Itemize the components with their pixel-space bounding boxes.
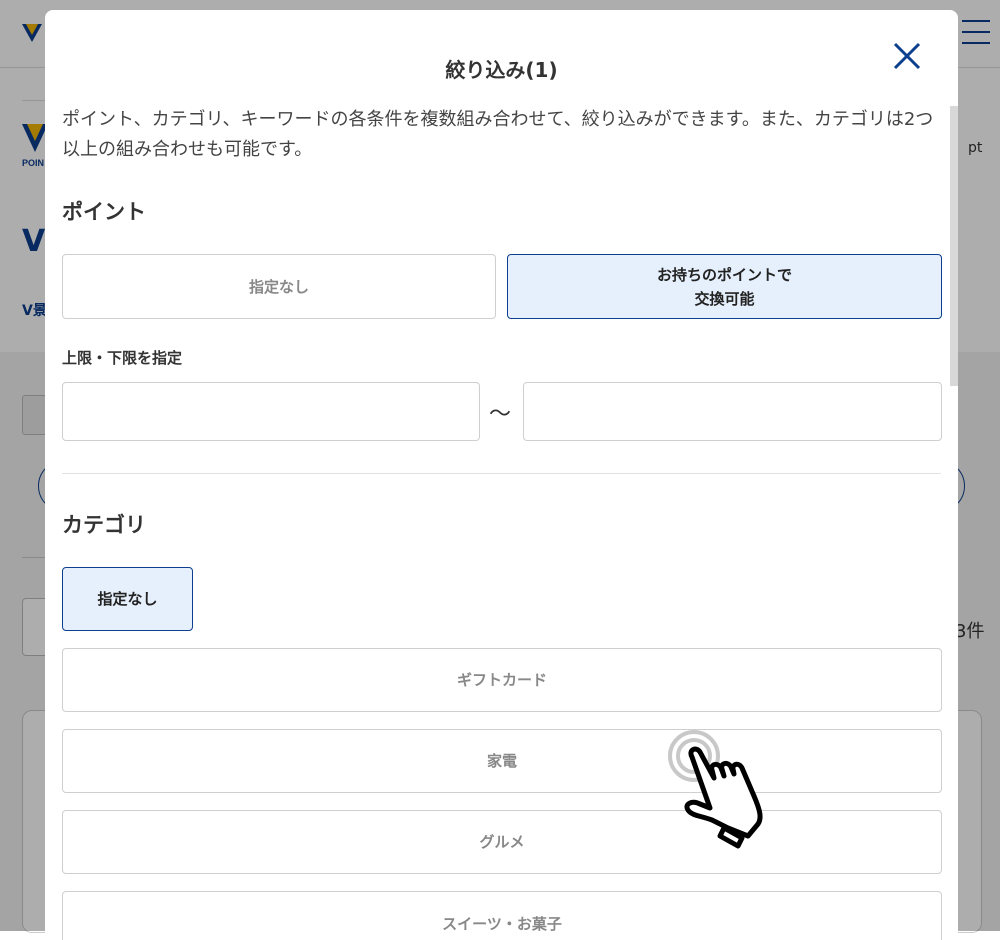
filter-modal: 絞り込み(1) ポイント、カテゴリ、キーワードの各条件を複数組み合わせて、絞り込… <box>45 10 958 940</box>
category-any-button[interactable]: 指定なし <box>62 567 193 631</box>
category-gift-card-button[interactable]: ギフトカード <box>62 648 942 712</box>
category-gourmet-button[interactable]: グルメ <box>62 810 942 874</box>
point-any-button[interactable]: 指定なし <box>62 254 496 319</box>
category-label: グルメ <box>479 833 525 851</box>
point-range-label: 上限・下限を指定 <box>62 349 183 367</box>
category-sweets-button[interactable]: スイーツ・お菓子 <box>62 891 942 940</box>
category-any-label: 指定なし <box>97 590 158 608</box>
filter-description: ポイント、カテゴリ、キーワードの各条件を複数組み合わせて、絞り込みができます。ま… <box>62 109 934 160</box>
point-exchangeable-button[interactable]: お持ちのポイントで 交換可能 <box>507 254 942 319</box>
category-section-title: カテゴリ <box>62 513 146 537</box>
scrollbar[interactable] <box>950 106 958 386</box>
point-exchangeable-label-line2: 交換可能 <box>694 289 755 308</box>
point-exchangeable-label-line1: お持ちのポイントで <box>656 265 792 284</box>
close-icon[interactable] <box>891 40 923 72</box>
modal-title: 絞り込み(1) <box>445 58 558 82</box>
point-min-input[interactable] <box>62 382 480 441</box>
range-separator: 〜 <box>489 402 512 427</box>
point-max-input[interactable] <box>523 382 942 441</box>
category-label: スイーツ・お菓子 <box>442 915 562 933</box>
point-section-title: ポイント <box>62 200 146 224</box>
category-label: ギフトカード <box>456 671 547 689</box>
category-label: 家電 <box>486 752 517 770</box>
section-divider <box>62 473 941 474</box>
category-appliances-button[interactable]: 家電 <box>62 729 942 793</box>
point-any-label: 指定なし <box>248 277 309 296</box>
